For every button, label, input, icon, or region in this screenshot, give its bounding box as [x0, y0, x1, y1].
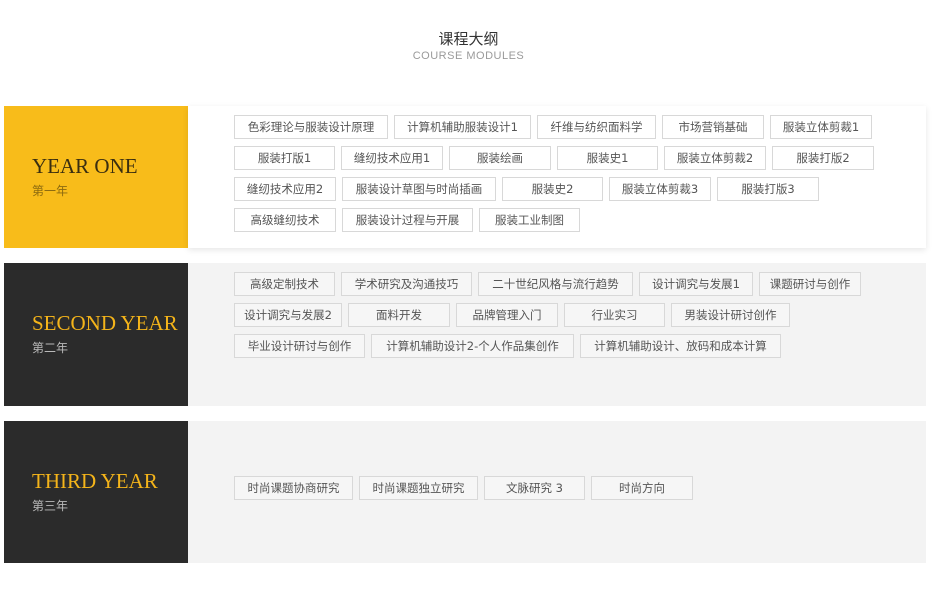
page-subtitle: COURSE MODULES	[412, 50, 525, 62]
year-one-course-list: 色彩理论与服装设计原理 计算机辅助服装设计1 纤维与纺织面料学 市场营销基础 服装立体剪…	[234, 115, 894, 239]
course-tag[interactable]: 服装史2	[502, 177, 603, 201]
year-one-section: YEAR ONE 第一年 色彩理论与服装设计原理 计算机辅助服装设计1 纤维与纺织面…	[4, 106, 926, 248]
page-header: 课程大纲 COURSE MODULES	[0, 29, 937, 63]
course-tag[interactable]: 设计调究与发展1	[639, 272, 753, 296]
year-one-content: 色彩理论与服装设计原理 计算机辅助服装设计1 纤维与纺织面料学 市场营销基础 服装立体剪…	[188, 106, 926, 248]
year-three-sublabel: 第三年	[32, 499, 69, 513]
course-tag[interactable]: 服装史1	[557, 146, 658, 170]
course-tag[interactable]: 服装打版3	[717, 177, 819, 201]
course-tag[interactable]: 缝纫技术应用2	[234, 177, 336, 201]
year-two-section: SECOND YEAR 第二年 高级定制技术 学术研究及沟通技巧 二十世纪风格与流行…	[4, 263, 926, 406]
course-tag[interactable]: 服装绘画	[449, 146, 551, 170]
year-one-label: YEAR ONE	[32, 154, 138, 178]
year-two-sublabel: 第二年	[32, 341, 69, 355]
course-tag[interactable]: 服装设计草图与时尚插画	[342, 177, 496, 201]
course-tag[interactable]: 设计调究与发展2	[234, 303, 342, 327]
course-tag[interactable]: 服装工业制图	[479, 208, 580, 232]
year-two-content: 高级定制技术 学术研究及沟通技巧 二十世纪风格与流行趋势 设计调究与发展1 课题研讨与创…	[188, 263, 926, 406]
course-tag[interactable]: 时尚课题独立研究	[359, 476, 478, 500]
course-tag[interactable]: 服装打版2	[772, 146, 874, 170]
year-three-section: THIRD YEAR 第三年 时尚课题协商研究 时尚课题独立研究 文脉研究 3 时尚方…	[4, 421, 926, 563]
course-tag[interactable]: 缝纫技术应用1	[341, 146, 443, 170]
year-two-course-list: 高级定制技术 学术研究及沟通技巧 二十世纪风格与流行趋势 设计调究与发展1 课题研讨与创…	[234, 272, 894, 365]
course-tag[interactable]: 服装立体剪裁3	[609, 177, 711, 201]
course-tag[interactable]: 面料开发	[348, 303, 450, 327]
course-tag[interactable]: 纤维与纺织面料学	[537, 115, 656, 139]
year-two-label: SECOND YEAR	[32, 311, 178, 335]
year-two-panel: SECOND YEAR 第二年	[4, 263, 196, 406]
year-one-sublabel: 第一年	[32, 184, 69, 198]
course-tag[interactable]: 品牌管理入门	[456, 303, 558, 327]
course-tag[interactable]: 计算机辅助设计、放码和成本计算	[580, 334, 781, 358]
course-tag[interactable]: 计算机辅助设计2-个人作品集创作	[371, 334, 574, 358]
year-three-panel: THIRD YEAR 第三年	[4, 421, 196, 563]
course-tag[interactable]: 高级缝纫技术	[234, 208, 336, 232]
course-tag[interactable]: 文脉研究 3	[484, 476, 585, 500]
course-tag[interactable]: 服装立体剪裁1	[770, 115, 872, 139]
course-tag[interactable]: 服装打版1	[234, 146, 335, 170]
course-tag[interactable]: 行业实习	[564, 303, 665, 327]
course-tag[interactable]: 毕业设计研讨与创作	[234, 334, 365, 358]
course-tag[interactable]: 时尚方向	[591, 476, 693, 500]
year-one-panel: YEAR ONE 第一年	[4, 106, 196, 248]
course-tag[interactable]: 市场营销基础	[662, 115, 764, 139]
course-tag[interactable]: 二十世纪风格与流行趋势	[478, 272, 633, 296]
course-tag[interactable]: 男装设计研讨创作	[671, 303, 790, 327]
course-tag[interactable]: 服装立体剪裁2	[664, 146, 766, 170]
course-tag[interactable]: 色彩理论与服装设计原理	[234, 115, 388, 139]
year-three-course-list: 时尚课题协商研究 时尚课题独立研究 文脉研究 3 时尚方向	[234, 476, 894, 507]
course-tag[interactable]: 课题研讨与创作	[759, 272, 861, 296]
course-tag[interactable]: 服装设计过程与开展	[342, 208, 473, 232]
year-three-content: 时尚课题协商研究 时尚课题独立研究 文脉研究 3 时尚方向	[188, 421, 926, 563]
course-tag[interactable]: 时尚课题协商研究	[234, 476, 353, 500]
page-title: 课程大纲	[438, 30, 499, 48]
course-tag[interactable]: 高级定制技术	[234, 272, 335, 296]
course-tag[interactable]: 学术研究及沟通技巧	[341, 272, 472, 296]
year-three-label: THIRD YEAR	[32, 469, 158, 493]
course-tag[interactable]: 计算机辅助服装设计1	[394, 115, 531, 139]
